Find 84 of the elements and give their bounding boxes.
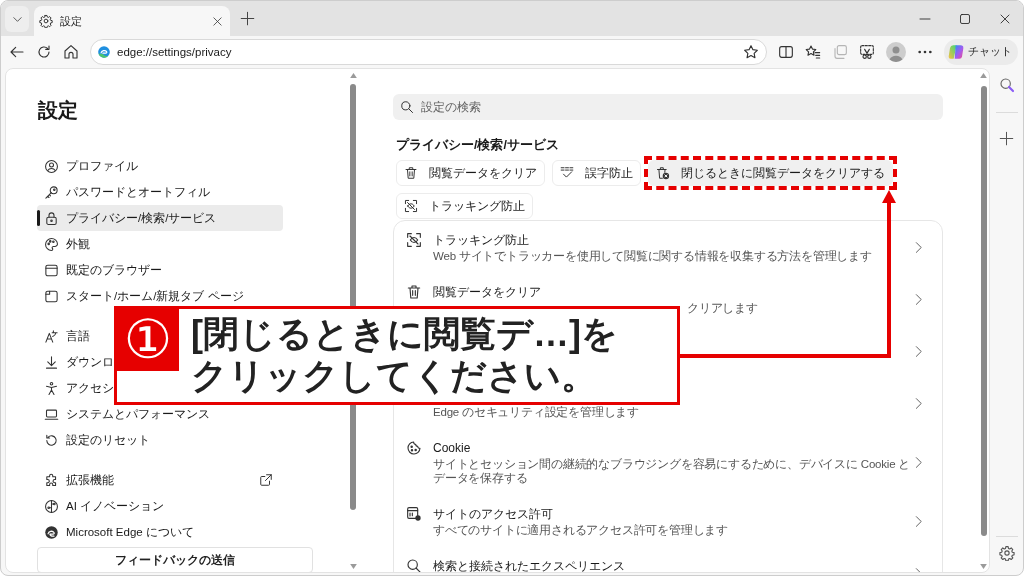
star-icon[interactable] — [743, 43, 759, 60]
row-description: Web サイトでトラッカーを使用して閲覧に関する情報を収集する方法を管理します — [433, 249, 872, 263]
address-bar[interactable]: edge://settings/privacy — [90, 38, 767, 65]
row-description: Edge のセキュリティ設定を管理します — [433, 405, 640, 419]
plus-icon[interactable] — [999, 131, 1014, 146]
avatar-icon[interactable] — [886, 41, 906, 62]
nav-item[interactable]: 拡張機能 — [37, 472, 114, 488]
search-field[interactable]: 設定の検索 — [393, 94, 943, 120]
nav-item[interactable]: パスワードとオートフィル — [37, 184, 210, 200]
chat-button[interactable]: チャット — [944, 38, 1018, 65]
scrollbar-thumb[interactable] — [980, 86, 987, 536]
row-title[interactable]: 閲覧データをクリア — [433, 283, 541, 301]
star-list-icon[interactable] — [805, 43, 821, 60]
callout-text: [閉じるときに閲覧デ…]を クリックしてください。 — [190, 312, 618, 398]
crossed-eye-icon — [406, 232, 422, 248]
nav-item[interactable]: プロファイル — [37, 158, 138, 174]
refresh-icon[interactable] — [36, 43, 52, 60]
row-title[interactable]: トラッキング防止 — [433, 231, 529, 249]
person-icon — [44, 158, 59, 174]
window-icon — [44, 262, 59, 278]
spellcheck-icon — [560, 166, 574, 180]
row-title[interactable]: Cookie — [433, 439, 471, 457]
translate-icon — [44, 328, 59, 344]
trash-x-icon — [656, 166, 670, 180]
window-gear-icon — [406, 506, 422, 522]
close-icon[interactable] — [212, 15, 223, 27]
nav-item[interactable]: プライバシー/検索/サービス — [37, 205, 283, 231]
puzzle-icon — [44, 472, 59, 488]
nav-item[interactable]: スタート/ホーム/新規タブ ページ — [37, 288, 244, 304]
scroll-up-icon[interactable] — [980, 73, 987, 78]
quick-link-chip[interactable]: トラッキング防止 — [396, 193, 533, 219]
search-icon — [406, 558, 422, 572]
row-title[interactable]: 検索と接続されたエクスペリエンス — [433, 557, 625, 572]
reset-icon — [44, 432, 59, 448]
nav-item[interactable]: AI イノベーション — [37, 498, 165, 514]
browser-logo-icon — [44, 524, 59, 540]
nav-item[interactable]: Microsoft Edge について — [37, 524, 194, 540]
scroll-down-icon[interactable] — [980, 564, 987, 569]
home-icon[interactable] — [63, 43, 79, 60]
split-screen-icon[interactable] — [778, 43, 794, 60]
search-icon — [400, 100, 414, 114]
laptop-icon — [44, 406, 59, 422]
nav-item[interactable]: システムとパフォーマンス — [37, 406, 210, 422]
close-icon[interactable] — [999, 12, 1011, 25]
row-title[interactable]: サイトのアクセス許可 — [433, 505, 553, 523]
settings-icon[interactable] — [998, 545, 1015, 561]
key-icon — [44, 184, 59, 200]
palette-icon — [44, 236, 59, 252]
page-icon — [44, 288, 59, 304]
lock-icon — [44, 210, 59, 226]
nav-item[interactable]: 言語 — [37, 328, 90, 344]
gear-icon — [39, 14, 53, 28]
scroll-up-icon[interactable] — [349, 73, 357, 78]
accessibility-icon — [44, 380, 59, 396]
nav-item[interactable]: ダウンロ — [37, 354, 114, 370]
scroll-down-icon[interactable] — [349, 564, 357, 569]
search-icon[interactable] — [998, 77, 1015, 93]
row-description: すべてのサイトに適用されるアクセス許可を管理します — [433, 523, 728, 537]
cookie-icon — [406, 440, 422, 456]
row-description: サイトとセッション間の継続的なブラウジングを容易にするために、デバイスに Cookie とデータを保存する — [433, 457, 912, 485]
quick-link-chip[interactable]: 誤字防止 — [552, 160, 641, 186]
trash-icon — [404, 166, 418, 180]
quick-link-chip[interactable]: 閲覧データをクリア — [396, 160, 545, 186]
step-badge: ① — [117, 309, 179, 371]
quick-link-chip[interactable]: 閉じるときに閲覧データをクリアする — [648, 160, 893, 186]
section-heading: プライバシー/検索/サービス — [396, 137, 559, 154]
maximize-icon[interactable] — [959, 12, 971, 25]
plus-icon[interactable] — [240, 11, 255, 26]
external-link-icon[interactable] — [259, 473, 273, 487]
nav-item[interactable]: 外観 — [37, 236, 90, 252]
app-logo-icon — [948, 43, 964, 60]
download-icon — [44, 354, 59, 370]
trash-icon — [406, 284, 422, 300]
circuit-icon — [44, 498, 59, 514]
browser-tab[interactable]: 設定 — [34, 6, 230, 36]
crossed-eye-icon — [404, 199, 418, 213]
scissors-icon[interactable] — [859, 43, 875, 60]
nav-item[interactable]: アクセシ — [37, 380, 114, 396]
page-title: 設定 — [38, 98, 78, 122]
row-description: クリアします — [687, 301, 758, 315]
feedback-button[interactable]: フィードバックの送信 — [37, 547, 313, 572]
browser-logo-icon — [97, 44, 111, 59]
nav-item[interactable]: 既定のブラウザー — [37, 262, 162, 278]
nav-item[interactable]: 設定のリセット — [37, 432, 150, 448]
